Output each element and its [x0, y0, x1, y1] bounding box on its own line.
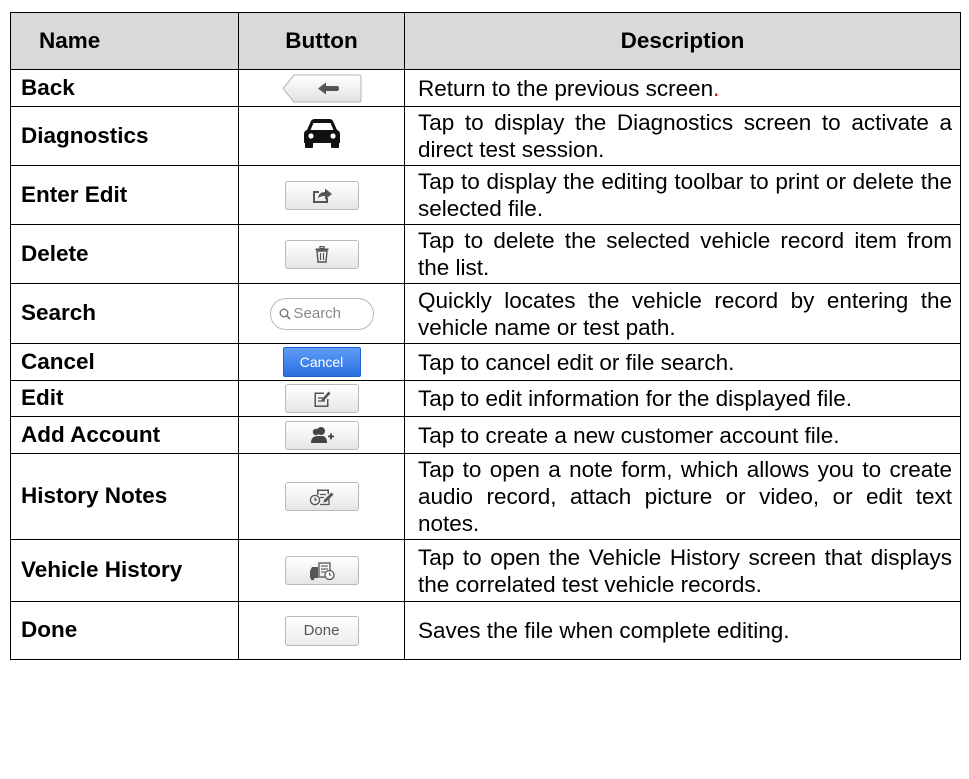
row-name: Delete: [10, 224, 239, 284]
header-description: Description: [404, 12, 961, 70]
search-button[interactable]: Search: [269, 297, 374, 330]
header-name: Name: [10, 12, 239, 70]
back-button[interactable]: [281, 74, 362, 103]
car-icon: [303, 119, 340, 148]
add-account-button[interactable]: [284, 420, 359, 450]
row-name: Back: [10, 69, 239, 107]
row-description: Tap to create a new customer account fil…: [404, 416, 961, 454]
search-icon: [279, 308, 291, 320]
back-arrow-icon: [281, 74, 361, 102]
vehicle-history-button[interactable]: [284, 556, 359, 585]
search-button-label: Search: [293, 305, 342, 322]
button-reference-table-wrapper: Name Button Description Back Return to t…: [10, 12, 961, 660]
enter-edit-button[interactable]: [284, 180, 359, 210]
share-export-icon: [312, 188, 332, 203]
row-button-cell: [238, 106, 405, 166]
row-name: Cancel: [10, 343, 239, 381]
row-button-cell: [238, 165, 405, 225]
vehicle-history-icon: [309, 561, 335, 580]
trash-icon: [315, 245, 328, 263]
add-user-icon: [310, 427, 334, 443]
done-button[interactable]: Done: [284, 615, 359, 646]
edit-button[interactable]: [284, 384, 359, 413]
table-row: Search Search Quickly locates the vehicl…: [10, 283, 961, 344]
row-description: Tap to cancel edit or file search.: [404, 343, 961, 381]
row-button-cell: [238, 380, 405, 417]
row-description: Tap to open a note form, which allows yo…: [404, 453, 961, 540]
table-row: Back Return to the previous screen.: [10, 69, 961, 107]
row-name: Search: [10, 283, 239, 344]
row-name: Edit: [10, 380, 239, 417]
header-button: Button: [238, 12, 405, 70]
edit-note-icon: [314, 391, 330, 407]
row-button-cell: [238, 69, 405, 107]
row-name: Enter Edit: [10, 165, 239, 225]
description-period: .: [713, 75, 720, 101]
row-button-cell: [238, 539, 405, 602]
row-description: Saves the file when complete editing.: [404, 601, 961, 660]
row-name: Done: [10, 601, 239, 660]
table-row: Enter Edit Tap to display the editing to…: [10, 165, 961, 225]
row-description: Tap to display the editing toolbar to pr…: [404, 165, 961, 225]
description-text: Return to the previous screen: [418, 75, 714, 101]
row-description: Tap to delete the selected vehicle recor…: [404, 224, 961, 284]
delete-button[interactable]: [284, 239, 359, 269]
row-name: Add Account: [10, 416, 239, 454]
row-button-cell: [238, 224, 405, 284]
row-description: Tap to display the Diagnostics screen to…: [404, 106, 961, 166]
row-button-cell: Cancel: [238, 343, 405, 381]
table-row: Delete Tap to delete the selected vehicl…: [10, 224, 961, 284]
row-description: Return to the previous screen.: [404, 69, 961, 107]
table-header-row: Name Button Description: [10, 12, 961, 70]
button-reference-table: Name Button Description Back Return to t…: [10, 12, 961, 660]
table-row: Edit Tap to edit information for the dis…: [10, 380, 961, 417]
table-row: History Notes Tap to open a note form, w…: [10, 453, 961, 540]
row-name: Vehicle History: [10, 539, 239, 602]
row-button-cell: Search: [238, 283, 405, 344]
row-name: History Notes: [10, 453, 239, 540]
row-description: Tap to edit information for the displaye…: [404, 380, 961, 417]
row-description: Tap to open the Vehicle History screen t…: [404, 539, 961, 602]
row-name: Diagnostics: [10, 106, 239, 166]
row-button-cell: [238, 453, 405, 540]
history-note-icon: [309, 489, 333, 505]
diagnostics-button[interactable]: [302, 117, 342, 155]
table-row: Add Account Tap to create a new customer…: [10, 416, 961, 454]
history-notes-button[interactable]: [284, 482, 359, 511]
table-row: Vehicle History Tap to open the Vehicle …: [10, 539, 961, 602]
row-description: Quickly locates the vehicle record by en…: [404, 283, 961, 344]
table-row: Diagnostics Tap to display the Diagnosti…: [10, 106, 961, 166]
table-row: Done Done Saves the file when complete e…: [10, 601, 961, 660]
cancel-button[interactable]: Cancel: [282, 347, 361, 377]
row-button-cell: Done: [238, 601, 405, 660]
table-row: Cancel Cancel Tap to cancel edit or file…: [10, 343, 961, 381]
row-button-cell: [238, 416, 405, 454]
